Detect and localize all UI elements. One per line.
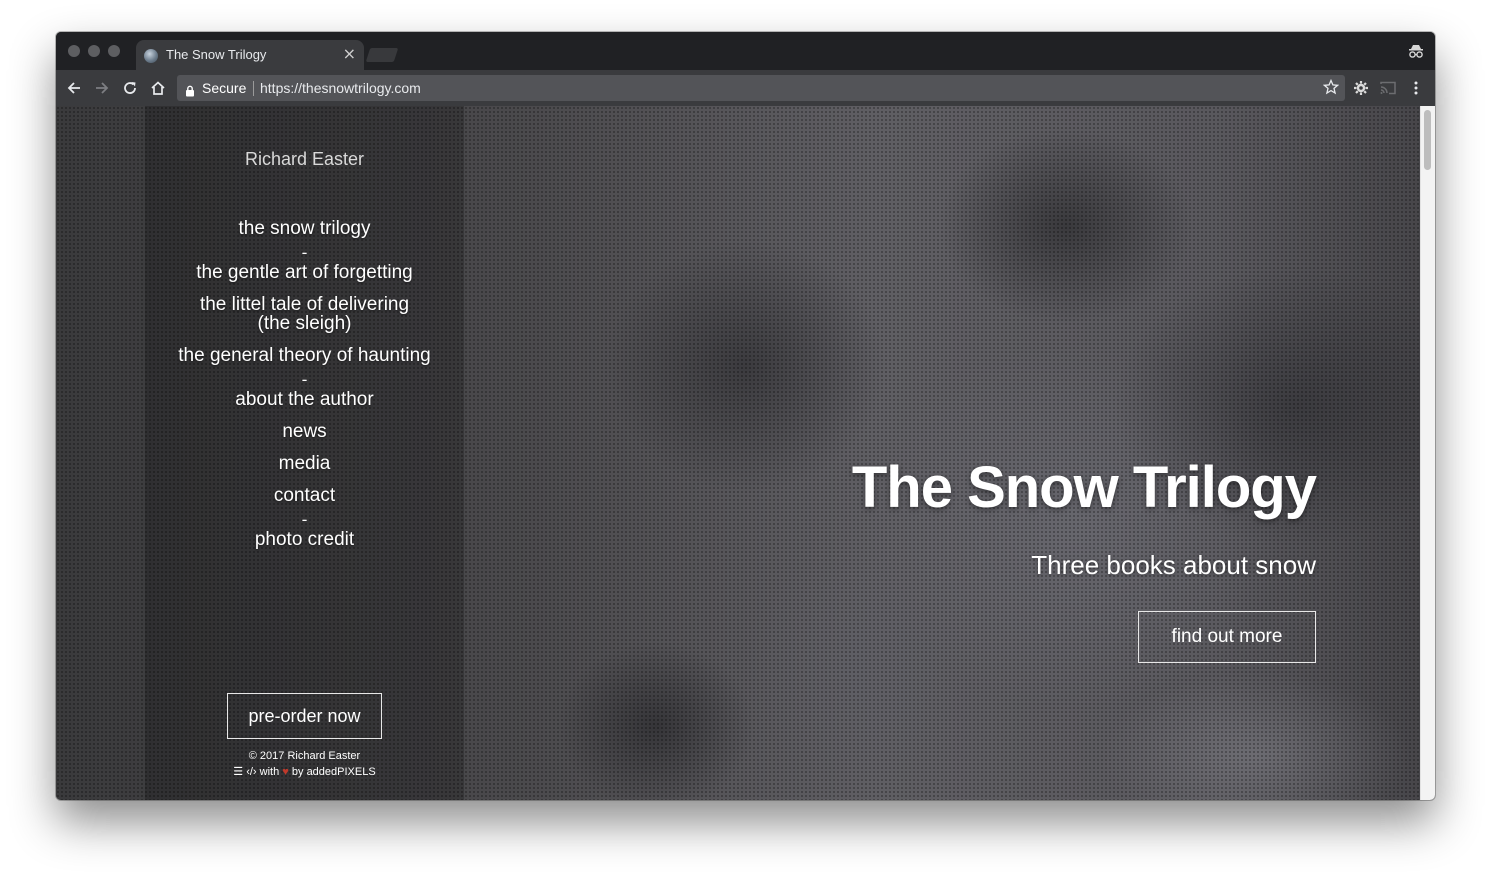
- new-tab-button[interactable]: [365, 48, 399, 62]
- address-separator: [253, 81, 254, 96]
- secure-label: Secure: [202, 80, 247, 96]
- browser-toolbar: Secure https://thesnowtrilogy.com: [56, 70, 1435, 106]
- built-with-text: with: [259, 766, 280, 778]
- url-text[interactable]: https://thesnowtrilogy.com: [260, 80, 421, 96]
- page-scrollbar[interactable]: [1420, 106, 1435, 800]
- nav-link-photo-credit[interactable]: photo credit: [145, 530, 464, 549]
- nav-separator: -: [301, 243, 308, 262]
- scrollbar-thumb[interactable]: [1424, 110, 1431, 170]
- built-by-credit: ☰ ‹/› with ♥ by addedPIXELS: [145, 765, 464, 778]
- sidebar-nav: the snow trilogy - the gentle art of for…: [145, 219, 464, 549]
- back-arrow-icon[interactable]: [64, 78, 84, 98]
- nav-separator: -: [301, 510, 308, 529]
- reload-icon[interactable]: [120, 78, 140, 98]
- copyright-text: © 2017 Richard Easter: [248, 750, 361, 762]
- nav-link-media[interactable]: media: [145, 454, 464, 473]
- nav-link-littel-tale[interactable]: the littel tale of delivering: [145, 295, 464, 314]
- home-icon[interactable]: [148, 78, 168, 98]
- address-bar[interactable]: Secure https://thesnowtrilogy.com: [177, 75, 1345, 101]
- nav-link-gentle-art[interactable]: the gentle art of forgetting: [145, 263, 464, 282]
- lock-icon: [185, 82, 195, 101]
- preorder-button[interactable]: pre-order now: [227, 693, 382, 739]
- nav-link-contact[interactable]: contact: [145, 486, 464, 505]
- hero-subtitle: Three books about snow: [1031, 550, 1316, 580]
- cast-icon[interactable]: [1378, 78, 1398, 98]
- built-by-link[interactable]: by addedPIXELS: [292, 766, 376, 778]
- find-out-more-button[interactable]: find out more: [1138, 611, 1316, 663]
- page-viewport: Richard Easter the snow trilogy - the ge…: [56, 106, 1420, 800]
- browser-tab[interactable]: The Snow Trilogy ×: [136, 40, 364, 70]
- nav-link-about-author[interactable]: about the author: [145, 390, 464, 409]
- sidebar: Richard Easter the snow trilogy - the ge…: [145, 106, 464, 800]
- nav-separator: -: [301, 370, 308, 389]
- site-author-name[interactable]: Richard Easter: [145, 149, 464, 170]
- browser-window: The Snow Trilogy × Secure https://thesno…: [56, 32, 1435, 800]
- code-bars-icon: ☰ ‹/›: [233, 766, 257, 778]
- incognito-icon[interactable]: [1407, 42, 1425, 60]
- forward-arrow-icon[interactable]: [92, 78, 112, 98]
- nav-link-the-sleigh[interactable]: (the sleigh): [145, 314, 464, 333]
- tab-title: The Snow Trilogy: [166, 47, 267, 62]
- nav-link-general-theory[interactable]: the general theory of haunting: [145, 346, 464, 365]
- window-minimize-button[interactable]: [88, 45, 100, 57]
- globe-favicon-icon: [144, 49, 158, 63]
- heart-icon: ♥: [282, 766, 289, 778]
- hero-title: The Snow Trilogy: [851, 455, 1317, 520]
- menu-kebab-icon[interactable]: [1406, 78, 1426, 98]
- nav-link-news[interactable]: news: [145, 422, 464, 441]
- window-close-button[interactable]: [68, 45, 80, 57]
- bookmark-star-icon[interactable]: [1322, 78, 1340, 99]
- title-bar: The Snow Trilogy ×: [56, 32, 1435, 70]
- window-maximize-button[interactable]: [108, 45, 120, 57]
- tab-close-button[interactable]: ×: [343, 45, 356, 63]
- extension-gear-icon[interactable]: [1351, 78, 1371, 98]
- nav-link-snow-trilogy[interactable]: the snow trilogy: [145, 219, 464, 238]
